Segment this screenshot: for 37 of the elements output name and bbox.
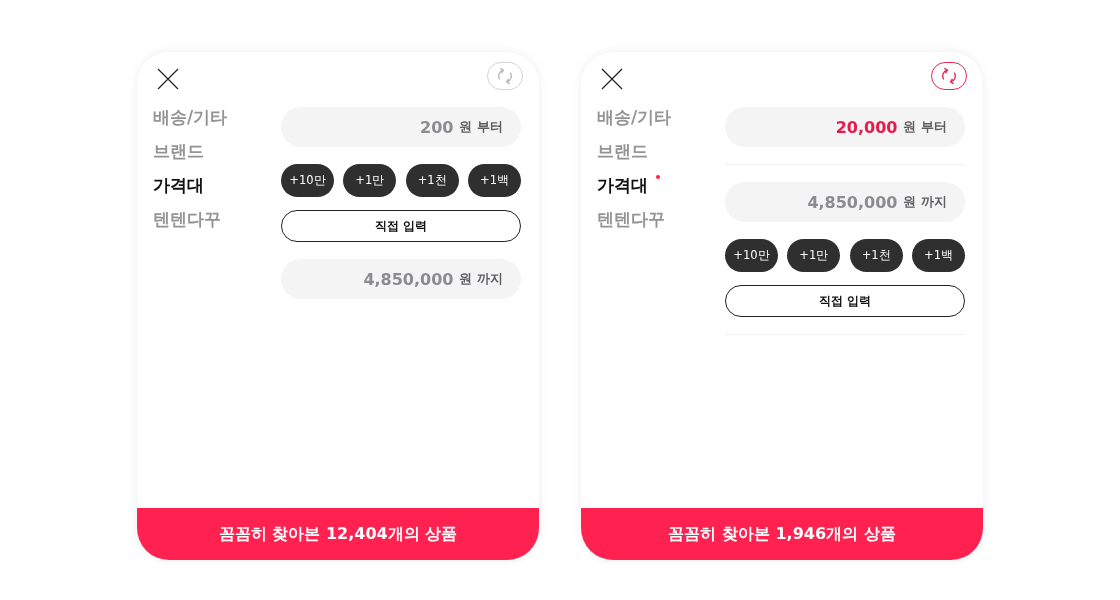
- increment-button[interactable]: +1만: [343, 164, 397, 197]
- close-icon[interactable]: [601, 68, 623, 90]
- refresh-icon: [497, 68, 513, 84]
- price-input[interactable]: 200: [281, 107, 454, 147]
- direct-input-button[interactable]: 직접 입력: [281, 210, 521, 242]
- results-button[interactable]: 꼼꼼히 찾아본 1,946개의 상품: [581, 508, 983, 560]
- unit-label: 원 까지: [903, 193, 947, 211]
- category-item[interactable]: 배송/기타: [597, 107, 672, 127]
- category-item[interactable]: 텐텐다꾸: [597, 209, 665, 229]
- category-item[interactable]: 가격대: [153, 175, 204, 195]
- increment-button[interactable]: +1천: [405, 164, 459, 197]
- increment-button[interactable]: +10만: [725, 239, 778, 272]
- increment-button[interactable]: +1천: [849, 239, 903, 272]
- category-item[interactable]: 가격대: [597, 175, 660, 195]
- increment-button[interactable]: +1백: [468, 164, 521, 197]
- direct-input-button[interactable]: 직접 입력: [725, 285, 965, 317]
- category-item[interactable]: 배송/기타: [153, 107, 228, 127]
- reset-button[interactable]: [931, 62, 967, 90]
- unit-label: 원 부터: [459, 118, 503, 136]
- unit-label: 원 까지: [459, 270, 503, 288]
- refresh-icon: [941, 68, 957, 84]
- category-item[interactable]: 브랜드: [597, 141, 648, 161]
- price-input[interactable]: 20,000: [725, 107, 898, 147]
- close-icon[interactable]: [157, 68, 179, 90]
- price-field[interactable]: 20,000 원 부터: [725, 107, 965, 147]
- unit-label: 원 부터: [903, 118, 947, 136]
- price-input[interactable]: 4,850,000: [725, 182, 898, 222]
- price-input[interactable]: 4,850,000: [281, 259, 454, 299]
- category-item[interactable]: 텐텐다꾸: [153, 209, 221, 229]
- increment-button[interactable]: +1만: [787, 239, 841, 272]
- results-button[interactable]: 꼼꼼히 찾아본 12,404개의 상품: [137, 508, 539, 560]
- price-field[interactable]: 200 원 부터: [281, 107, 521, 147]
- category-item[interactable]: 브랜드: [153, 141, 204, 161]
- price-field[interactable]: 4,850,000 원 까지: [725, 182, 965, 222]
- increment-button[interactable]: +10만: [281, 164, 334, 197]
- increment-button[interactable]: +1백: [912, 239, 965, 272]
- price-field[interactable]: 4,850,000 원 까지: [281, 259, 521, 299]
